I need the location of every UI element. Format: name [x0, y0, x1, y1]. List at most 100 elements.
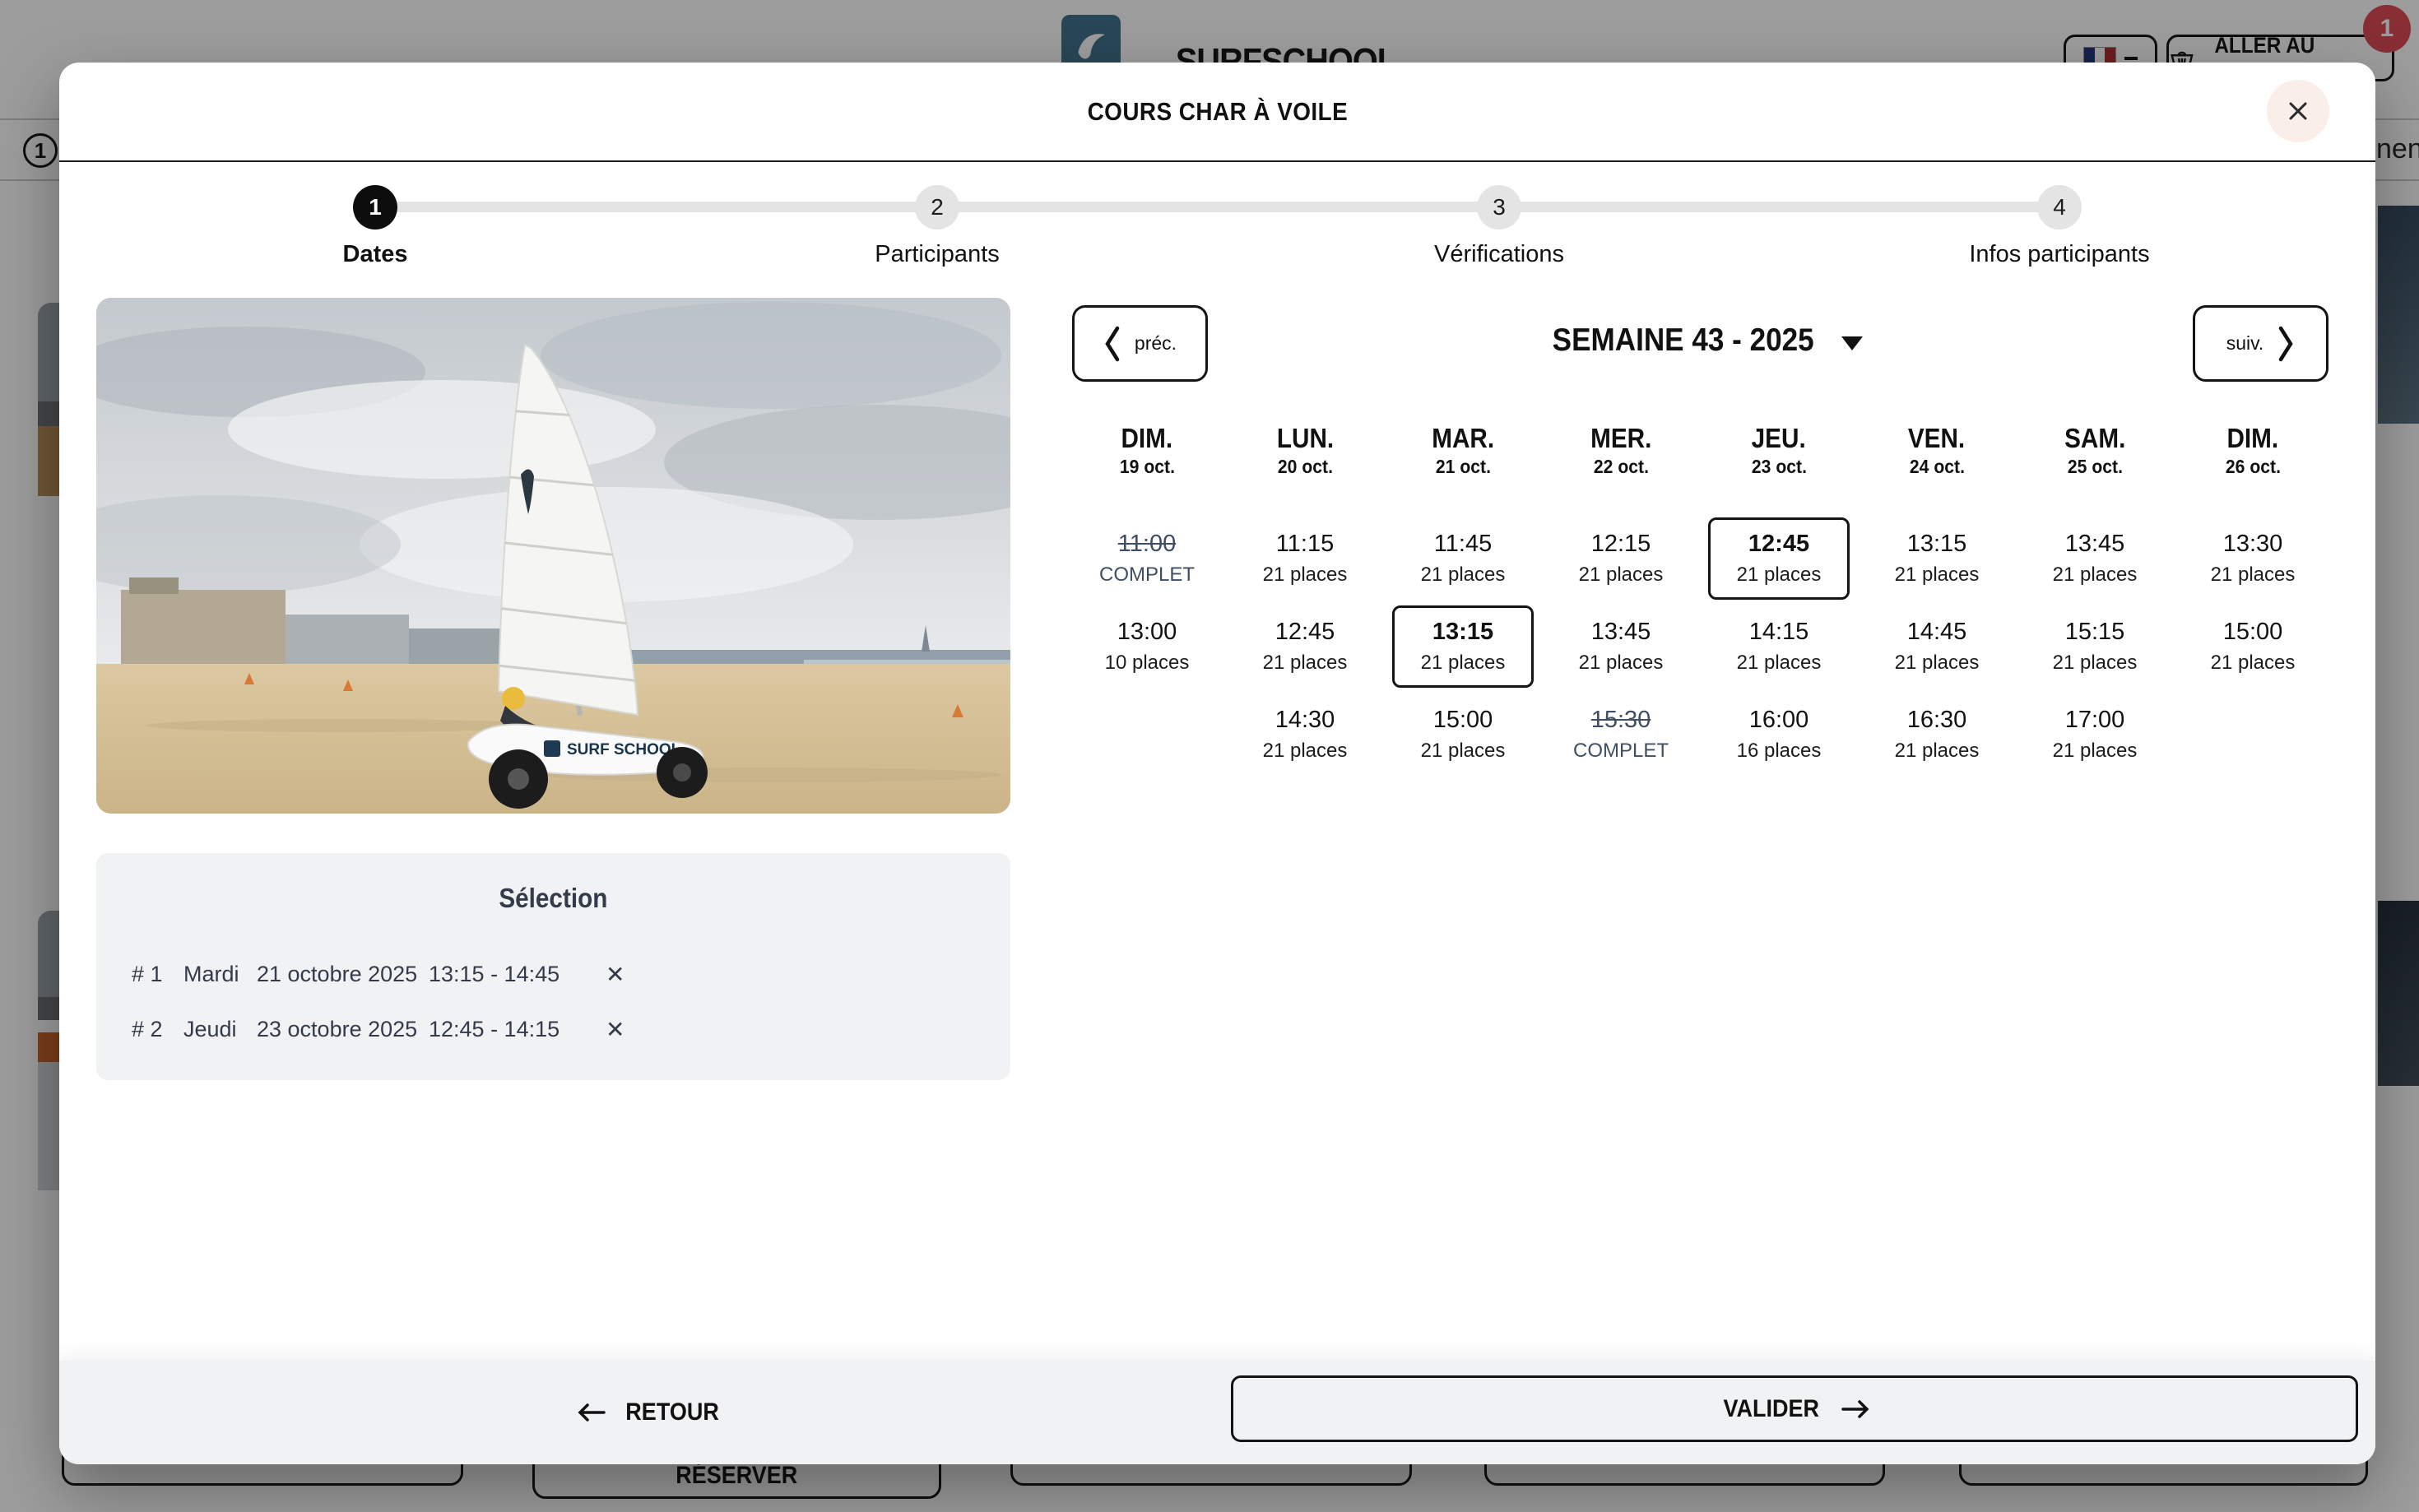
day-date: 21 oct.: [1435, 456, 1490, 477]
day-name: JEU.: [1752, 423, 1806, 454]
day-name: LUN.: [1276, 423, 1333, 454]
next-week-button[interactable]: suiv.: [2193, 305, 2328, 382]
time-slot[interactable]: 14:45 21 places: [1866, 605, 2008, 688]
slot-time: 14:15: [1749, 619, 1809, 646]
slot-time: 16:30: [1907, 707, 1967, 734]
slot-time: 13:15: [1432, 619, 1493, 646]
step-label-2: Participants: [773, 241, 1102, 268]
day-slots: 12:4521 places 14:15 21 places 16:0016 plac…: [1708, 517, 1850, 782]
selection-panel: Sélection # 1Mardi21 octobre 202513:15 -…: [96, 853, 1010, 1080]
step-circle-4[interactable]: 4: [2037, 185, 2082, 230]
selection-day: Mardi: [183, 962, 257, 987]
slot-time: 15:30: [1591, 707, 1651, 734]
time-slot[interactable]: 15:1521 places: [2024, 605, 2166, 688]
slot-places: 21 places: [1895, 652, 1980, 675]
slot-time: 13:45: [1591, 619, 1651, 646]
empty-slot: [1076, 693, 1218, 776]
time-slot[interactable]: 12:4521 places: [1234, 605, 1376, 688]
slot-places: 21 places: [1737, 652, 1822, 675]
slot-time: 17:00: [2065, 707, 2125, 734]
time-slot: 11:00COMPLET: [1076, 517, 1218, 600]
time-slot[interactable]: 11:4521 places: [1392, 517, 1534, 600]
slot-places: 21 places: [1895, 740, 1980, 763]
selection-item: # 2Jeudi23 octobre 202512:45 - 14:15✕: [132, 1015, 986, 1043]
week-calendar: DIM.19 oct.11:00COMPLET13:0010 placesLUN…: [1068, 423, 2332, 782]
day-date: 26 oct.: [2225, 456, 2280, 477]
slot-time: 11:45: [1434, 531, 1492, 558]
slot-places: 21 places: [1421, 652, 1506, 675]
selection-day: Jeudi: [183, 1017, 257, 1042]
step-label-1: Dates: [211, 241, 540, 268]
slot-places: 21 places: [1263, 740, 1348, 763]
selection-item: # 1Mardi21 octobre 202513:15 - 14:45✕: [132, 960, 986, 988]
chevron-right-icon: [2277, 325, 2295, 363]
selection-title: Sélection: [499, 883, 607, 914]
day-slots: 11:4521 places 13:15 21 places 15:0021 plac…: [1392, 517, 1534, 782]
day-slots: 11:00COMPLET13:0010 places: [1076, 517, 1218, 782]
time-slot[interactable]: 13:4521 places: [1550, 605, 1692, 688]
time-slot[interactable]: 14:3021 places: [1234, 693, 1376, 776]
slot-places: 21 places: [2053, 652, 2138, 675]
slot-time: 16:00: [1749, 707, 1809, 734]
remove-selection-icon[interactable]: ✕: [606, 1016, 624, 1043]
step-circle-3[interactable]: 3: [1477, 185, 1521, 230]
day-date: 19 oct.: [1119, 456, 1174, 477]
time-slot[interactable]: 13:3021 places: [2182, 517, 2324, 600]
time-slot[interactable]: 13:1521 places: [1866, 517, 2008, 600]
slot-time: 13:15: [1907, 531, 1967, 558]
slot-places: 21 places: [1263, 564, 1348, 587]
page: SURFSCHOOL ALLER AU PANIER 1 1 nent RÉSE…: [0, 0, 2419, 1512]
course-photo: SURF SCHOOL: [96, 298, 1010, 814]
time-slot[interactable]: 11:15 21 places: [1234, 517, 1376, 600]
time-slot[interactable]: 15:0021 places: [1392, 693, 1534, 776]
slot-places: 21 places: [2053, 564, 2138, 587]
day-name: SAM.: [2064, 423, 2125, 454]
day-column: MAR.21 oct.11:4521 places13:1521 places1…: [1384, 423, 1542, 782]
slot-time: 11:00: [1118, 531, 1176, 558]
selection-index: # 1: [132, 962, 183, 987]
close-button[interactable]: [2267, 80, 2329, 142]
selection-date: 23 octobre 2025: [257, 1017, 429, 1042]
slot-complet-label: COMPLET: [1573, 740, 1669, 763]
time-slot[interactable]: 13:4521 places: [2024, 517, 2166, 600]
step-circle-2[interactable]: 2: [915, 185, 959, 230]
slot-places: 21 places: [1579, 564, 1664, 587]
slot-places: 21 places: [2053, 740, 2138, 763]
day-column: MER.22 oct.12:1521 places13:4521 places1…: [1542, 423, 1700, 782]
day-column: VEN.24 oct.13:1521 places14:4521 places1…: [1858, 423, 2016, 782]
slot-time: 14:45: [1907, 619, 1967, 646]
time-slot[interactable]: 13:0010 places: [1076, 605, 1218, 688]
slot-time: 11:15: [1276, 531, 1334, 558]
day-column: JEU.23 oct.12:4521 places14:1521 places1…: [1700, 423, 1858, 782]
day-date: 24 oct.: [1909, 456, 1964, 477]
step-circle-1[interactable]: 1: [353, 185, 397, 230]
time-slot[interactable]: 13:15 21 places: [1392, 605, 1534, 688]
close-icon: [2287, 100, 2310, 123]
slot-time: 15:00: [1433, 707, 1493, 734]
back-button[interactable]: RETOUR: [576, 1361, 724, 1464]
booking-modal: COURS CHAR À VOILE 1 Dates 2 Participants 3 V…: [59, 63, 2375, 1464]
modal-title: COURS CHAR À VOILE: [1087, 97, 1348, 127]
caret-down-icon: [1841, 336, 1863, 350]
remove-selection-icon[interactable]: ✕: [606, 961, 624, 988]
validate-button[interactable]: VALIDER: [1231, 1375, 2358, 1442]
slot-places: 21 places: [2211, 652, 2296, 675]
selection-time: 12:45 - 14:15: [429, 1017, 606, 1042]
back-label: RETOUR: [625, 1398, 719, 1426]
day-date: 25 oct.: [2067, 456, 2122, 477]
arrow-left-icon: [576, 1402, 607, 1423]
next-week-label: suiv.: [2226, 332, 2264, 355]
time-slot[interactable]: 16:30 21 places: [1866, 693, 2008, 776]
modal-footer: RETOUR VALIDER: [59, 1361, 2375, 1464]
time-slot[interactable]: 16:0016 places: [1708, 693, 1850, 776]
time-slot[interactable]: 12:4521 places: [1708, 517, 1850, 600]
slot-time: 12:45: [1275, 619, 1335, 646]
time-slot[interactable]: 12:15 21 places: [1550, 517, 1692, 600]
day-slots: 13:4521 places15:1521 places 17:00 21 plac…: [2024, 517, 2166, 782]
selection-time: 13:15 - 14:45: [429, 962, 606, 987]
time-slot[interactable]: 15:0021 places: [2182, 605, 2324, 688]
slot-time: 12:15: [1591, 531, 1651, 558]
time-slot[interactable]: 14:15 21 places: [1708, 605, 1850, 688]
week-selector[interactable]: SEMAINE 43 - 2025: [1072, 322, 2328, 359]
time-slot[interactable]: 17:00 21 places: [2024, 693, 2166, 776]
